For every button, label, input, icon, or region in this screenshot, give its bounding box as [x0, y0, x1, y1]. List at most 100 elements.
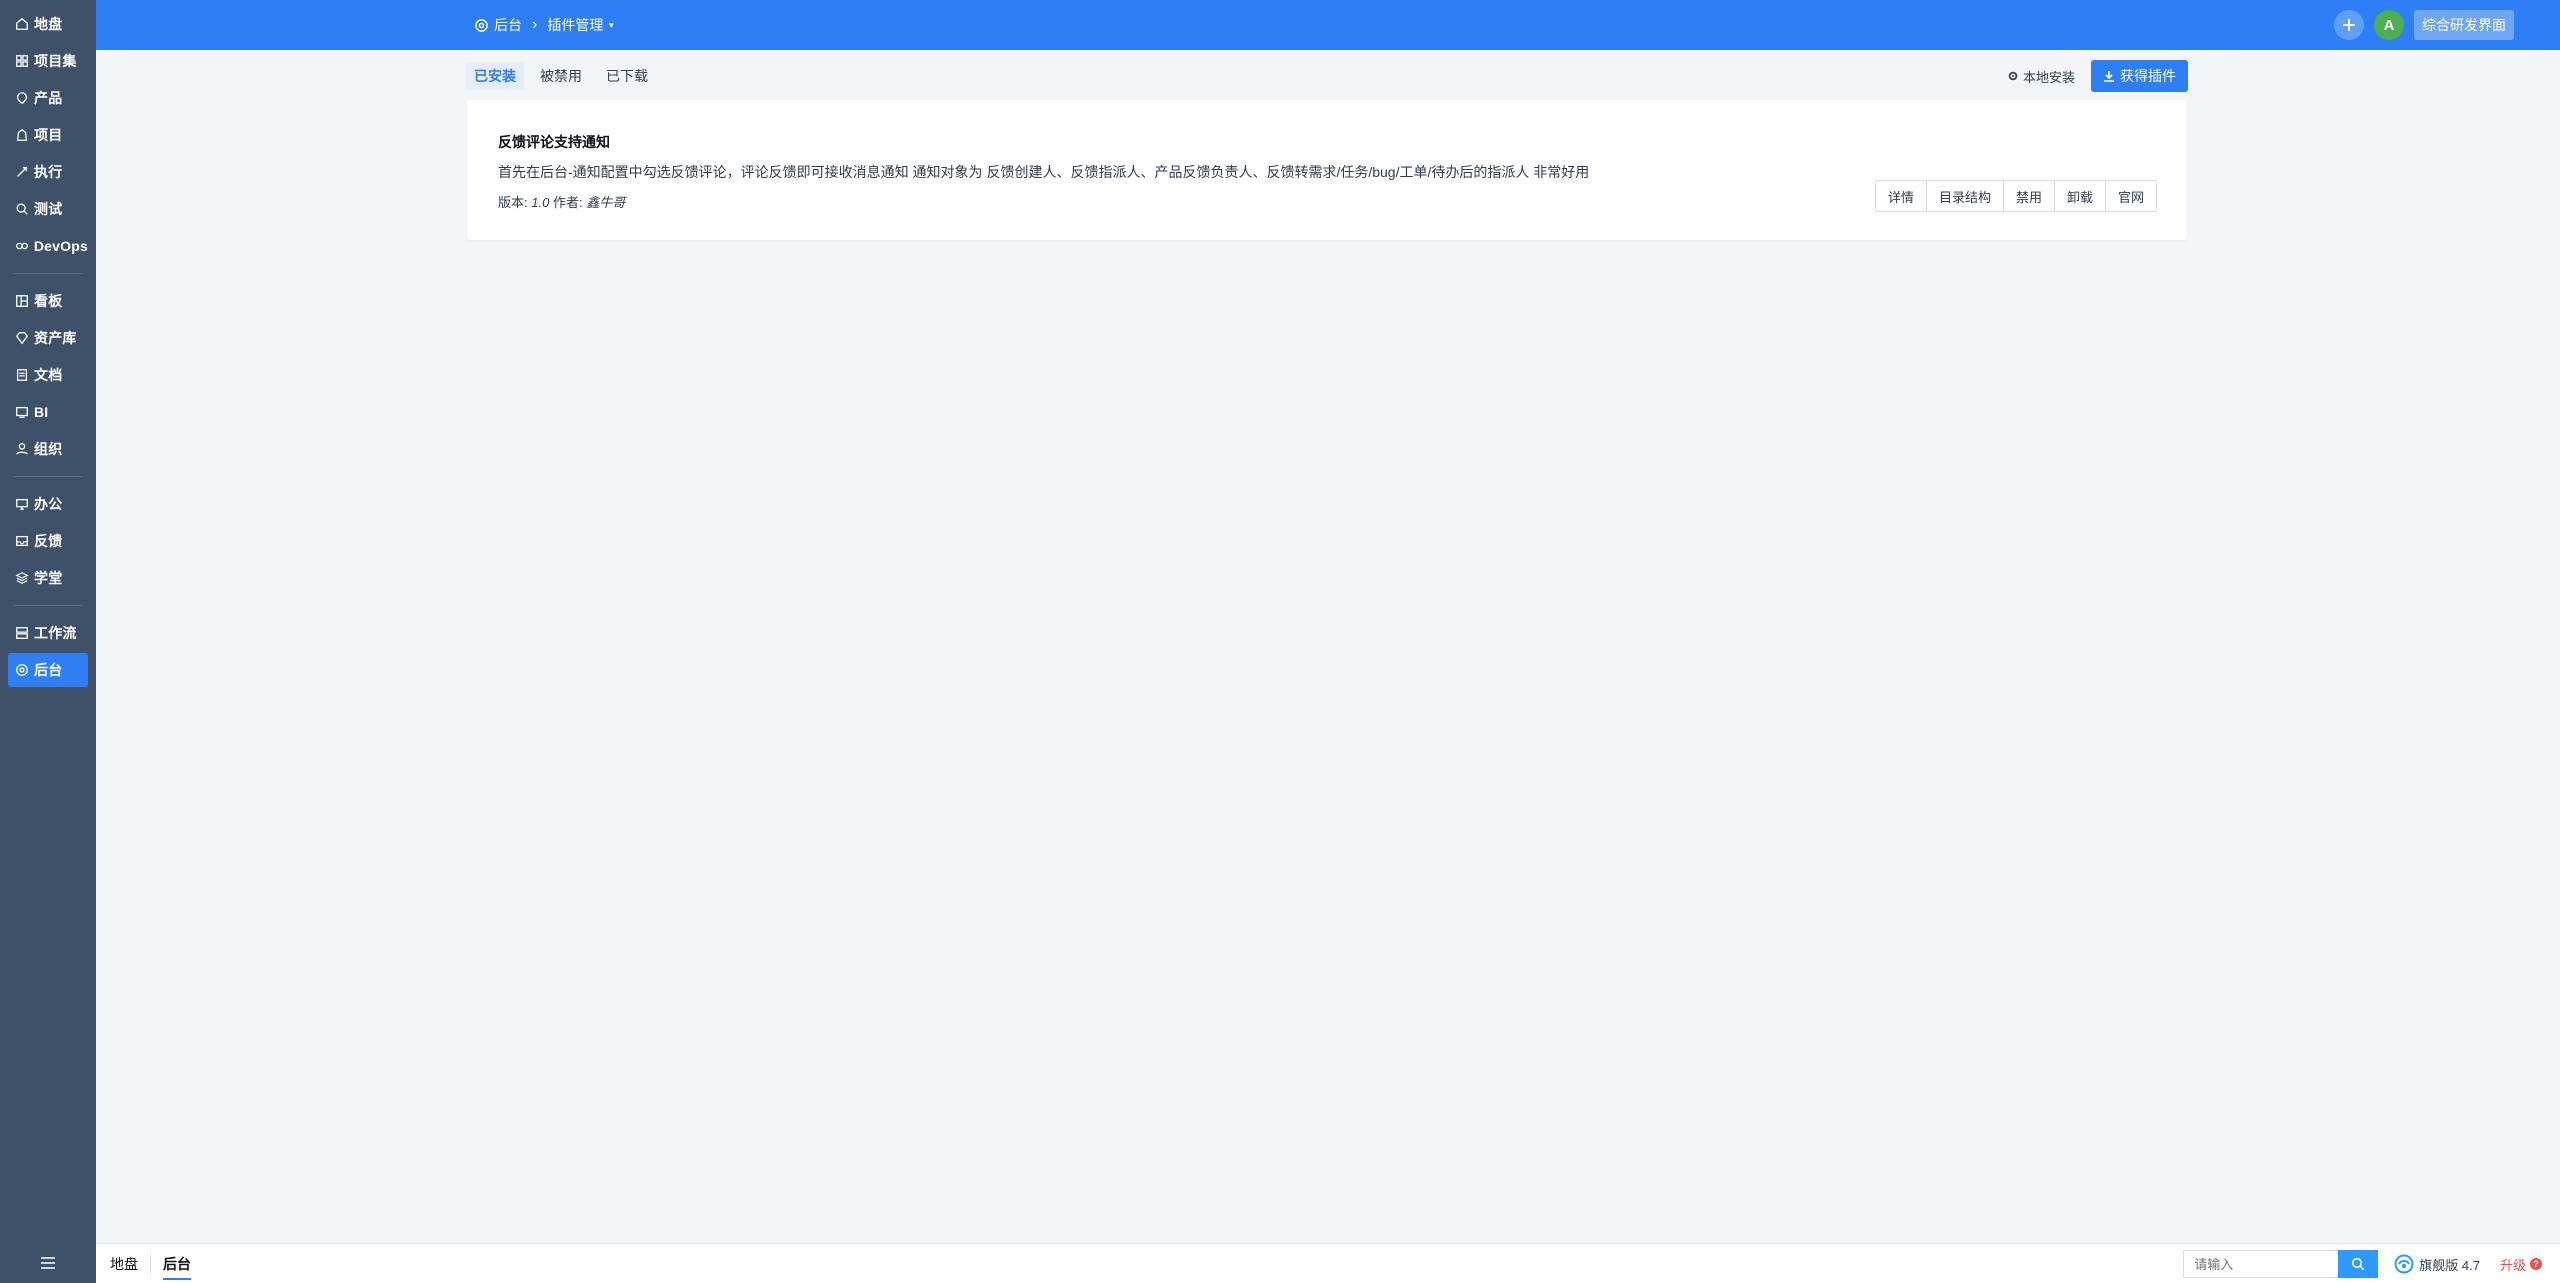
module-dropdown[interactable]: 插件管理 ▼: [547, 15, 615, 35]
disable-button[interactable]: 禁用: [2002, 181, 2054, 211]
tab-disabled[interactable]: 被禁用: [532, 62, 590, 90]
admin-gear-icon: [475, 18, 488, 32]
upgrade-link[interactable]: 升级 ?: [2500, 1255, 2542, 1274]
zentao-logo-icon: [2394, 1254, 2414, 1274]
plugin-actions: 详情 目录结构 禁用 卸载 官网: [1874, 180, 2157, 212]
sidebar-item-devops[interactable]: DevOps: [8, 229, 88, 263]
sidebar-item-admin-gear[interactable]: 后台: [8, 653, 88, 687]
organization-icon: [14, 441, 30, 457]
sidebar-item-label: 测试: [34, 201, 63, 217]
breadcrumb: 后台 › 插件管理 ▼: [474, 0, 615, 50]
sidebar-item-test[interactable]: 测试: [8, 192, 88, 226]
breadcrumb-home-label: 后台: [494, 17, 522, 33]
get-plugins-button[interactable]: 获得插件: [2091, 60, 2188, 92]
diamond-icon: [14, 330, 30, 346]
plugin-description: 首先在后台-通知配置中勾选反馈评论，评论反馈即可接收消息通知 通知对象为 反馈创…: [498, 164, 1590, 180]
upgrade-label: 升级: [2499, 1257, 2526, 1273]
sidebar-item-office[interactable]: 办公: [8, 487, 88, 521]
sidebar-divider: [14, 273, 82, 274]
footer-search: [2183, 1250, 2379, 1278]
devops-icon: [14, 238, 30, 254]
sidebar-toggle-button[interactable]: [0, 1243, 96, 1283]
sidebar-item-diamond[interactable]: 资产库: [8, 321, 88, 355]
sidebar-item-organization[interactable]: 组织: [8, 432, 88, 466]
sidebar-item-label: 文档: [34, 367, 63, 383]
sidebar-item-kanban[interactable]: 看板: [8, 284, 88, 318]
search-button[interactable]: [2338, 1250, 2379, 1278]
sidebar-item-label: 工作流: [34, 625, 77, 641]
sidebar-item-workflow[interactable]: 工作流: [8, 616, 88, 650]
home-icon: [14, 16, 30, 32]
help-icon: ?: [2530, 1258, 2542, 1270]
menu-icon: [41, 1257, 55, 1269]
sidebar-item-bi[interactable]: BI: [8, 395, 88, 429]
directory-button[interactable]: 目录结构: [1925, 181, 2003, 211]
sidebar-item-feedback[interactable]: 反馈: [8, 524, 88, 558]
office-icon: [14, 496, 30, 512]
sidebar-item-product[interactable]: 产品: [8, 81, 88, 115]
plugin-meta: 版本: 1.0 作者: 鑫牛哥: [498, 192, 625, 211]
version-info: 旗舰版 4.7: [2394, 1254, 2480, 1274]
sidebar-item-label: 看板: [34, 293, 63, 309]
plugin-toolbar: 本地安装 获得插件: [2007, 60, 2188, 92]
sidebar-item-label: 项目: [34, 127, 63, 143]
sidebar-item-label: 办公: [34, 496, 63, 512]
project-icon: [14, 127, 30, 143]
download-icon: [2104, 71, 2114, 82]
plugin-card: 反馈评论支持通知 首先在后台-通知配置中勾选反馈评论，评论反馈即可接收消息通知 …: [467, 100, 2187, 240]
test-icon: [14, 201, 30, 217]
author-label: 作者:: [552, 195, 583, 210]
version-text: 旗舰版 4.7: [2419, 1257, 2480, 1273]
get-plugins-label: 获得插件: [2120, 68, 2176, 84]
version-value: 1.0: [531, 195, 550, 210]
workflow-icon: [14, 625, 30, 641]
sidebar-item-home[interactable]: 地盘: [8, 7, 88, 41]
version-label: 版本:: [498, 195, 528, 210]
user-avatar[interactable]: A: [2374, 10, 2404, 40]
footer-right: 旗舰版 4.7 升级 ?: [2183, 1244, 2542, 1283]
uninstall-button[interactable]: 卸载: [2053, 181, 2105, 211]
header-actions: A 综合研发界面: [2334, 0, 2514, 50]
sidebar-item-label: 产品: [34, 90, 63, 106]
sidebar-item-project[interactable]: 项目: [8, 118, 88, 152]
local-install-button[interactable]: 本地安装: [2007, 67, 2075, 86]
quick-create-button[interactable]: [2334, 10, 2364, 40]
plus-icon: [2343, 19, 2355, 31]
footer-bar: 地盘后台 旗舰版 4.7 升级 ?: [96, 1243, 2560, 1283]
author-value: 鑫牛哥: [586, 195, 626, 210]
grid-icon: [14, 53, 30, 69]
ui-switch-button[interactable]: 综合研发界面: [2414, 10, 2514, 40]
sidebar-item-grid[interactable]: 项目集: [8, 44, 88, 78]
academy-icon: [14, 570, 30, 586]
top-header: 后台 › 插件管理 ▼ A 综合研发界面: [96, 0, 2560, 50]
sidebar: 地盘项目集产品项目执行测试 DevOps 看板资产库文档 BI 组织办公反馈 学堂工作流后…: [0, 0, 96, 1283]
sidebar-nav: 地盘项目集产品项目执行测试 DevOps 看板资产库文档 BI 组织办公反馈 学堂工作流后…: [0, 0, 96, 687]
plugin-tabs: 已安装 被禁用 已下载: [466, 62, 664, 90]
footer-crumb[interactable]: 后台: [151, 1254, 203, 1280]
detail-button[interactable]: 详情: [1875, 181, 1926, 211]
document-icon: [14, 367, 30, 383]
sidebar-item-label: 资产库: [34, 330, 77, 346]
sidebar-item-execution[interactable]: 执行: [8, 155, 88, 189]
search-icon: [2352, 1257, 2365, 1271]
sidebar-item-document[interactable]: 文档: [8, 358, 88, 392]
breadcrumb-home[interactable]: 后台: [474, 15, 522, 35]
sidebar-item-label: 项目集: [34, 53, 77, 69]
feedback-icon: [14, 533, 30, 549]
sidebar-divider: [14, 476, 82, 477]
sidebar-item-academy[interactable]: 学堂: [8, 561, 88, 595]
tab-installed[interactable]: 已安装: [466, 62, 524, 90]
kanban-icon: [14, 293, 30, 309]
tab-downloaded[interactable]: 已下载: [598, 62, 656, 90]
sidebar-item-label: 组织: [34, 441, 63, 457]
sidebar-item-label: 后台: [34, 662, 63, 678]
gear-icon: [2008, 71, 2018, 81]
website-button[interactable]: 官网: [2104, 181, 2156, 211]
search-input[interactable]: [2183, 1250, 2339, 1278]
product-icon: [14, 90, 30, 106]
module-label: 插件管理: [547, 17, 604, 33]
sidebar-item-label: 地盘: [34, 16, 63, 32]
sidebar-divider: [14, 605, 82, 606]
footer-crumb[interactable]: 地盘: [110, 1254, 151, 1274]
sidebar-item-label: 执行: [34, 164, 63, 180]
